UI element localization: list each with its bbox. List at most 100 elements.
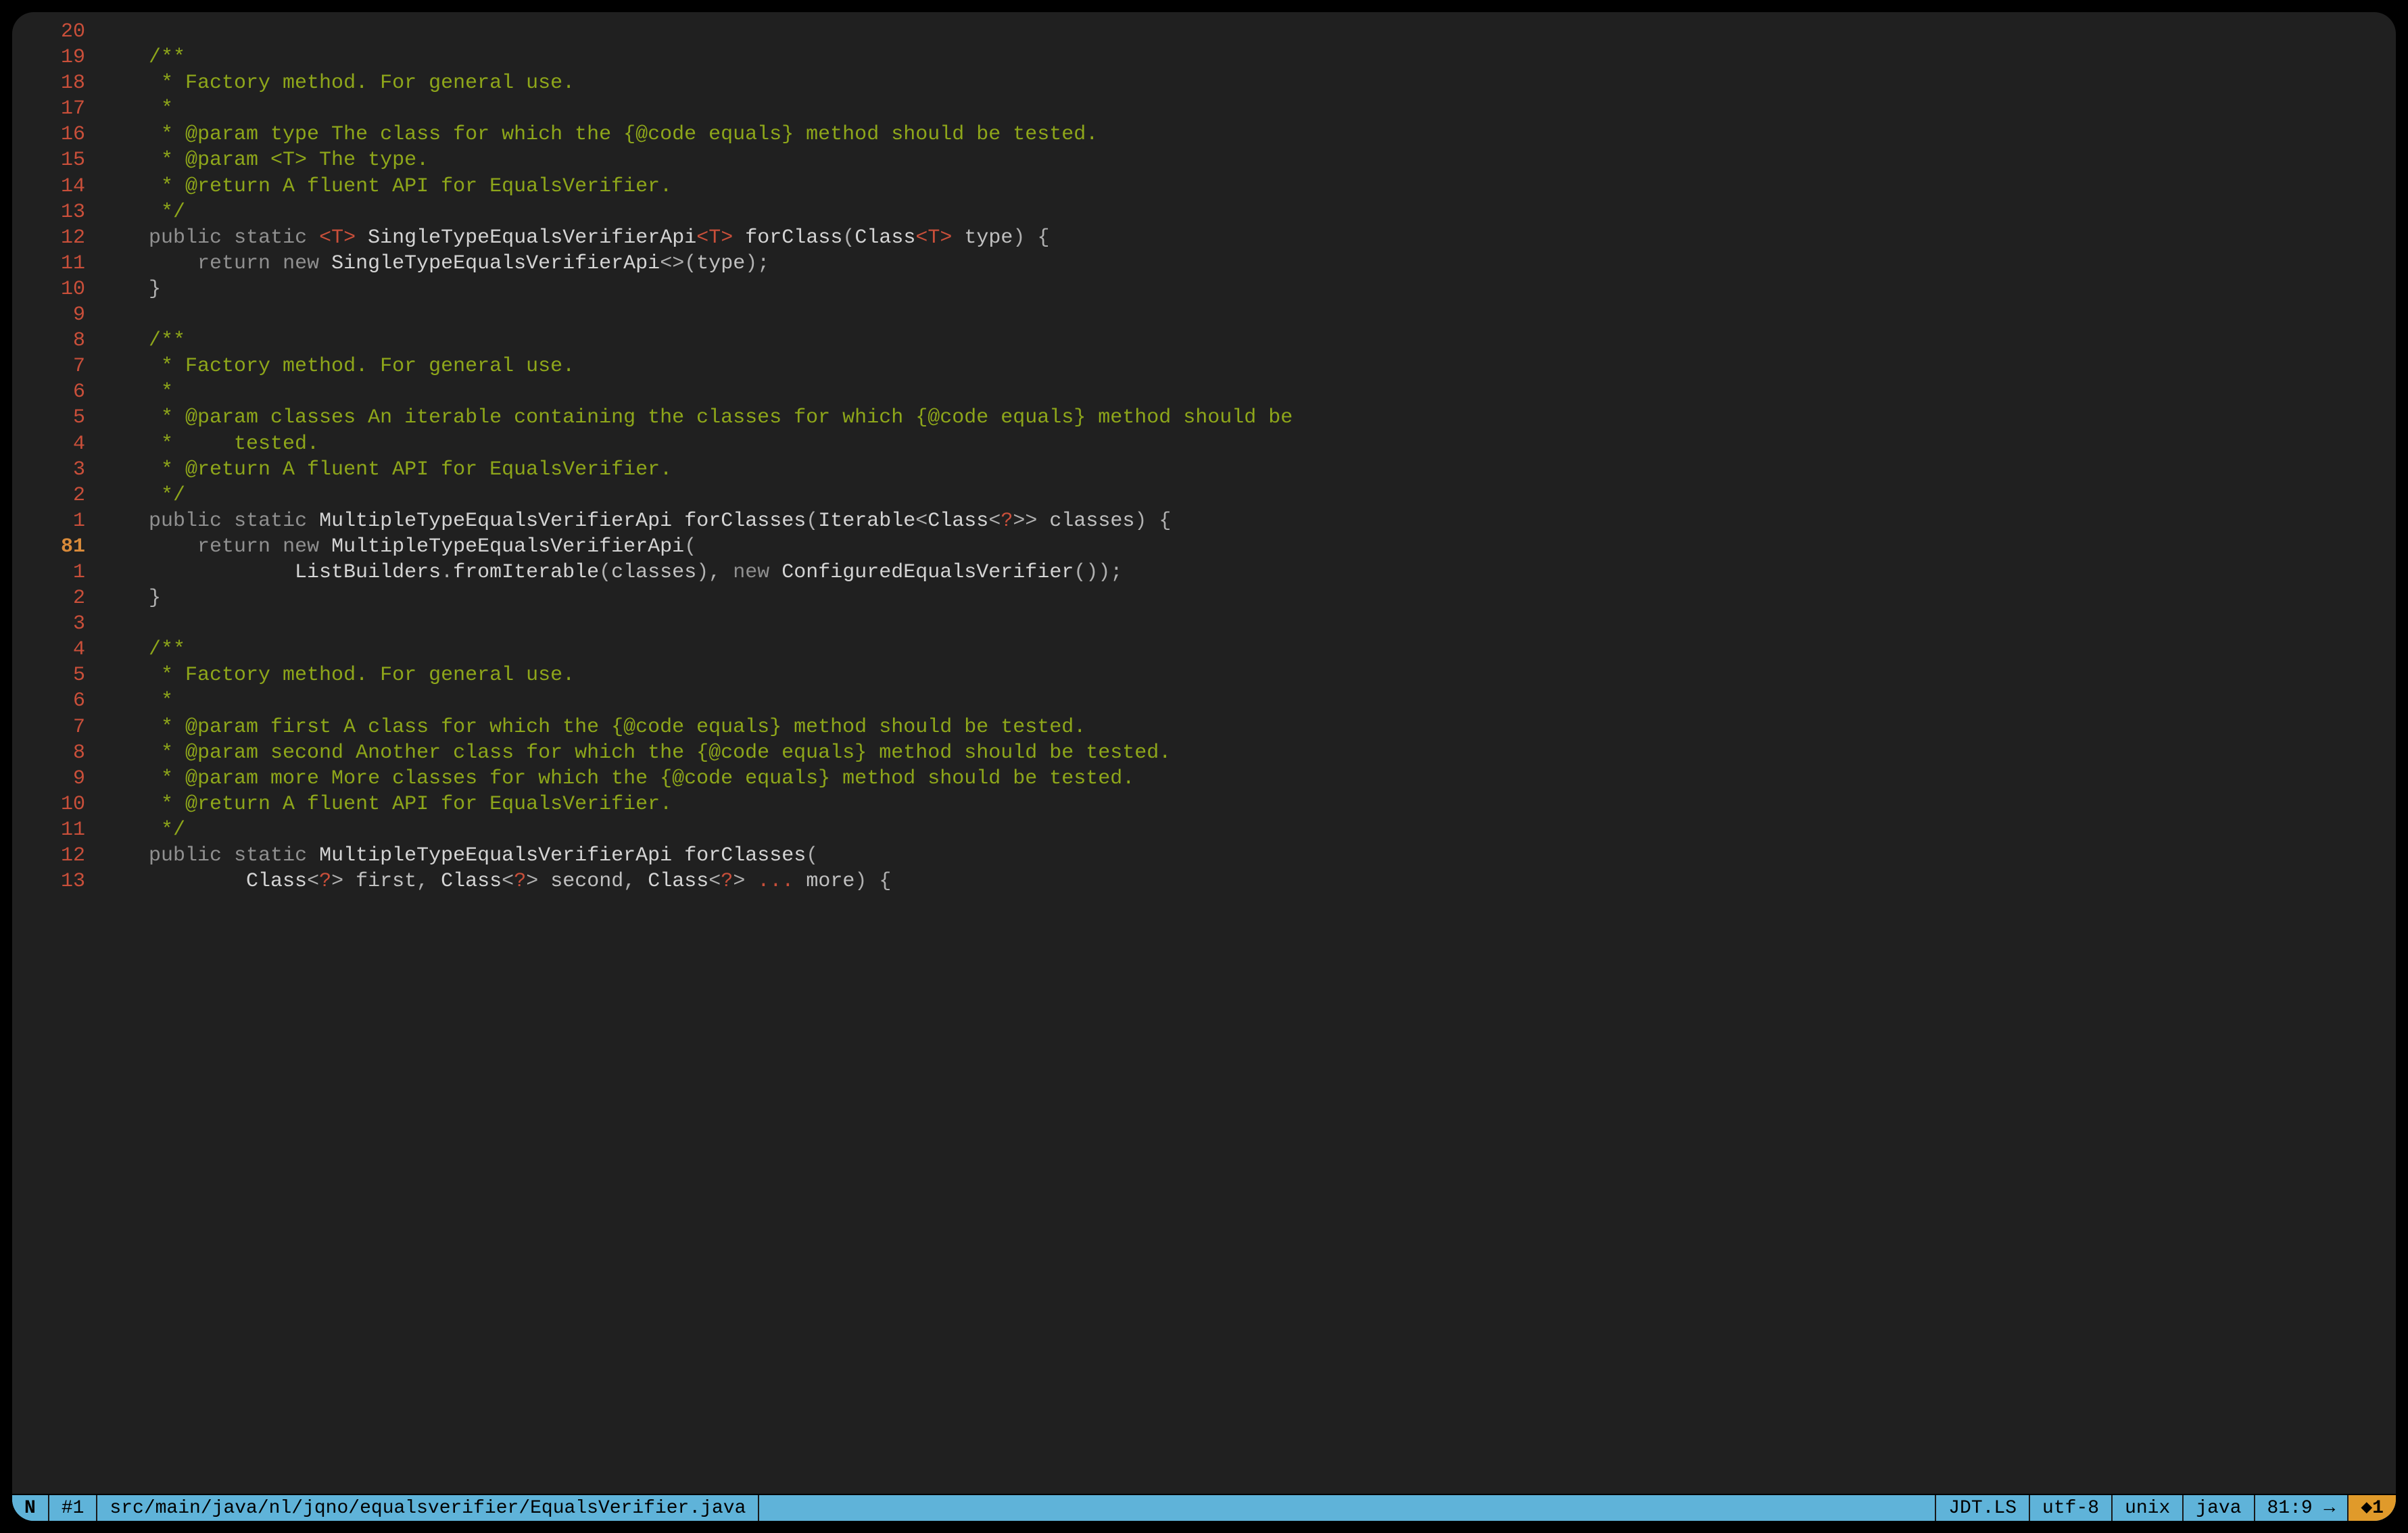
code-line[interactable]: 19 /** xyxy=(12,45,2396,70)
code-line[interactable]: 8 * @param second Another class for whic… xyxy=(12,740,2396,766)
line-number: 11 xyxy=(12,251,100,276)
code-line[interactable]: 16 * @param type The class for which the… xyxy=(12,122,2396,147)
status-bar: N #1 src/main/java/nl/jqno/equalsverifie… xyxy=(12,1494,2396,1521)
line-number: 81 xyxy=(12,534,100,560)
line-number: 5 xyxy=(12,405,100,431)
code-line[interactable]: 5 * Factory method. For general use. xyxy=(12,662,2396,688)
line-content: * @param <T> The type. xyxy=(100,147,2396,173)
line-content: * @param first A class for which the {@c… xyxy=(100,714,2396,740)
code-line[interactable]: 8 /** xyxy=(12,328,2396,354)
line-content: * Factory method. For general use. xyxy=(100,354,2396,379)
line-content: ListBuilders.fromIterable(classes), new … xyxy=(100,560,2396,585)
code-line[interactable]: 9 xyxy=(12,302,2396,328)
code-line[interactable]: 6 * xyxy=(12,688,2396,714)
line-content: * @param classes An iterable containing … xyxy=(100,405,2396,431)
code-line[interactable]: 6 * xyxy=(12,379,2396,405)
code-line[interactable]: 81 return new MultipleTypeEqualsVerifier… xyxy=(12,534,2396,560)
status-filetype: java xyxy=(2182,1495,2253,1521)
line-number: 8 xyxy=(12,740,100,766)
line-content: */ xyxy=(100,483,2396,508)
line-number: 4 xyxy=(12,431,100,457)
code-line[interactable]: 4 /** xyxy=(12,637,2396,662)
code-line[interactable]: 18 * Factory method. For general use. xyxy=(12,70,2396,96)
code-line[interactable]: 2 } xyxy=(12,585,2396,611)
status-position: 81:9 → xyxy=(2254,1495,2348,1521)
line-number: 10 xyxy=(12,276,100,302)
code-line[interactable]: 10 * @return A fluent API for EqualsVeri… xyxy=(12,792,2396,817)
code-area[interactable]: 2019 /**18 * Factory method. For general… xyxy=(12,12,2396,1494)
code-line[interactable]: 12 public static <T> SingleTypeEqualsVer… xyxy=(12,225,2396,251)
line-number: 16 xyxy=(12,122,100,147)
code-line[interactable]: 7 * Factory method. For general use. xyxy=(12,354,2396,379)
line-number: 1 xyxy=(12,508,100,534)
line-content: /** xyxy=(100,45,2396,70)
code-line[interactable]: 5 * @param classes An iterable containin… xyxy=(12,405,2396,431)
line-number: 12 xyxy=(12,225,100,251)
line-content: public static MultipleTypeEqualsVerifier… xyxy=(100,508,2396,534)
status-spacer xyxy=(759,1495,1935,1521)
line-number: 18 xyxy=(12,70,100,96)
line-content: * @return A fluent API for EqualsVerifie… xyxy=(100,792,2396,817)
line-content: } xyxy=(100,585,2396,611)
line-number: 7 xyxy=(12,714,100,740)
code-line[interactable]: 4 * tested. xyxy=(12,431,2396,457)
line-content: return new MultipleTypeEqualsVerifierApi… xyxy=(100,534,2396,560)
line-number: 9 xyxy=(12,766,100,792)
line-content: */ xyxy=(100,199,2396,225)
code-line[interactable]: 11 */ xyxy=(12,817,2396,843)
code-line[interactable]: 17 * xyxy=(12,96,2396,122)
code-line[interactable]: 12 public static MultipleTypeEqualsVerif… xyxy=(12,843,2396,869)
line-number: 19 xyxy=(12,45,100,70)
line-number: 1 xyxy=(12,560,100,585)
line-content: * Factory method. For general use. xyxy=(100,662,2396,688)
line-content: * @return A fluent API for EqualsVerifie… xyxy=(100,174,2396,199)
status-warning: ◆1 xyxy=(2347,1495,2396,1521)
line-content: public static MultipleTypeEqualsVerifier… xyxy=(100,843,2396,869)
line-content: * Factory method. For general use. xyxy=(100,70,2396,96)
status-buffer: #1 xyxy=(49,1495,98,1521)
line-number: 5 xyxy=(12,662,100,688)
editor-window: 2019 /**18 * Factory method. For general… xyxy=(12,12,2396,1521)
line-number: 3 xyxy=(12,457,100,483)
line-content: * @param type The class for which the {@… xyxy=(100,122,2396,147)
line-number: 2 xyxy=(12,483,100,508)
line-content: * xyxy=(100,96,2396,122)
line-number: 17 xyxy=(12,96,100,122)
code-line[interactable]: 7 * @param first A class for which the {… xyxy=(12,714,2396,740)
code-line[interactable]: 1 ListBuilders.fromIterable(classes), ne… xyxy=(12,560,2396,585)
code-line[interactable]: 13 Class<?> first, Class<?> second, Clas… xyxy=(12,869,2396,894)
terminal-frame: 2019 /**18 * Factory method. For general… xyxy=(0,0,2408,1533)
status-filepath: src/main/java/nl/jqno/equalsverifier/Equ… xyxy=(97,1495,759,1521)
code-line[interactable]: 13 */ xyxy=(12,199,2396,225)
line-content: Class<?> first, Class<?> second, Class<?… xyxy=(100,869,2396,894)
line-number: 6 xyxy=(12,688,100,714)
line-content: * @return A fluent API for EqualsVerifie… xyxy=(100,457,2396,483)
code-line[interactable]: 10 } xyxy=(12,276,2396,302)
code-line[interactable]: 9 * @param more More classes for which t… xyxy=(12,766,2396,792)
line-content: return new SingleTypeEqualsVerifierApi<>… xyxy=(100,251,2396,276)
code-line[interactable]: 20 xyxy=(12,19,2396,45)
code-line[interactable]: 3 * @return A fluent API for EqualsVerif… xyxy=(12,457,2396,483)
line-number: 15 xyxy=(12,147,100,173)
line-number: 13 xyxy=(12,199,100,225)
line-content: * @param second Another class for which … xyxy=(100,740,2396,766)
line-content: /** xyxy=(100,328,2396,354)
line-number: 10 xyxy=(12,792,100,817)
line-content: /** xyxy=(100,637,2396,662)
code-line[interactable]: 1 public static MultipleTypeEqualsVerifi… xyxy=(12,508,2396,534)
line-number: 14 xyxy=(12,174,100,199)
code-line[interactable]: 15 * @param <T> The type. xyxy=(12,147,2396,173)
line-content: * @param more More classes for which the… xyxy=(100,766,2396,792)
code-line[interactable]: 2 */ xyxy=(12,483,2396,508)
line-number: 6 xyxy=(12,379,100,405)
code-line[interactable]: 3 xyxy=(12,611,2396,637)
code-line[interactable]: 14 * @return A fluent API for EqualsVeri… xyxy=(12,174,2396,199)
line-number: 9 xyxy=(12,302,100,328)
line-number: 4 xyxy=(12,637,100,662)
line-number: 7 xyxy=(12,354,100,379)
code-line[interactable]: 11 return new SingleTypeEqualsVerifierAp… xyxy=(12,251,2396,276)
status-lsp: JDT.LS xyxy=(1935,1495,2029,1521)
line-number: 20 xyxy=(12,19,100,45)
line-content: * xyxy=(100,688,2396,714)
line-number: 12 xyxy=(12,843,100,869)
